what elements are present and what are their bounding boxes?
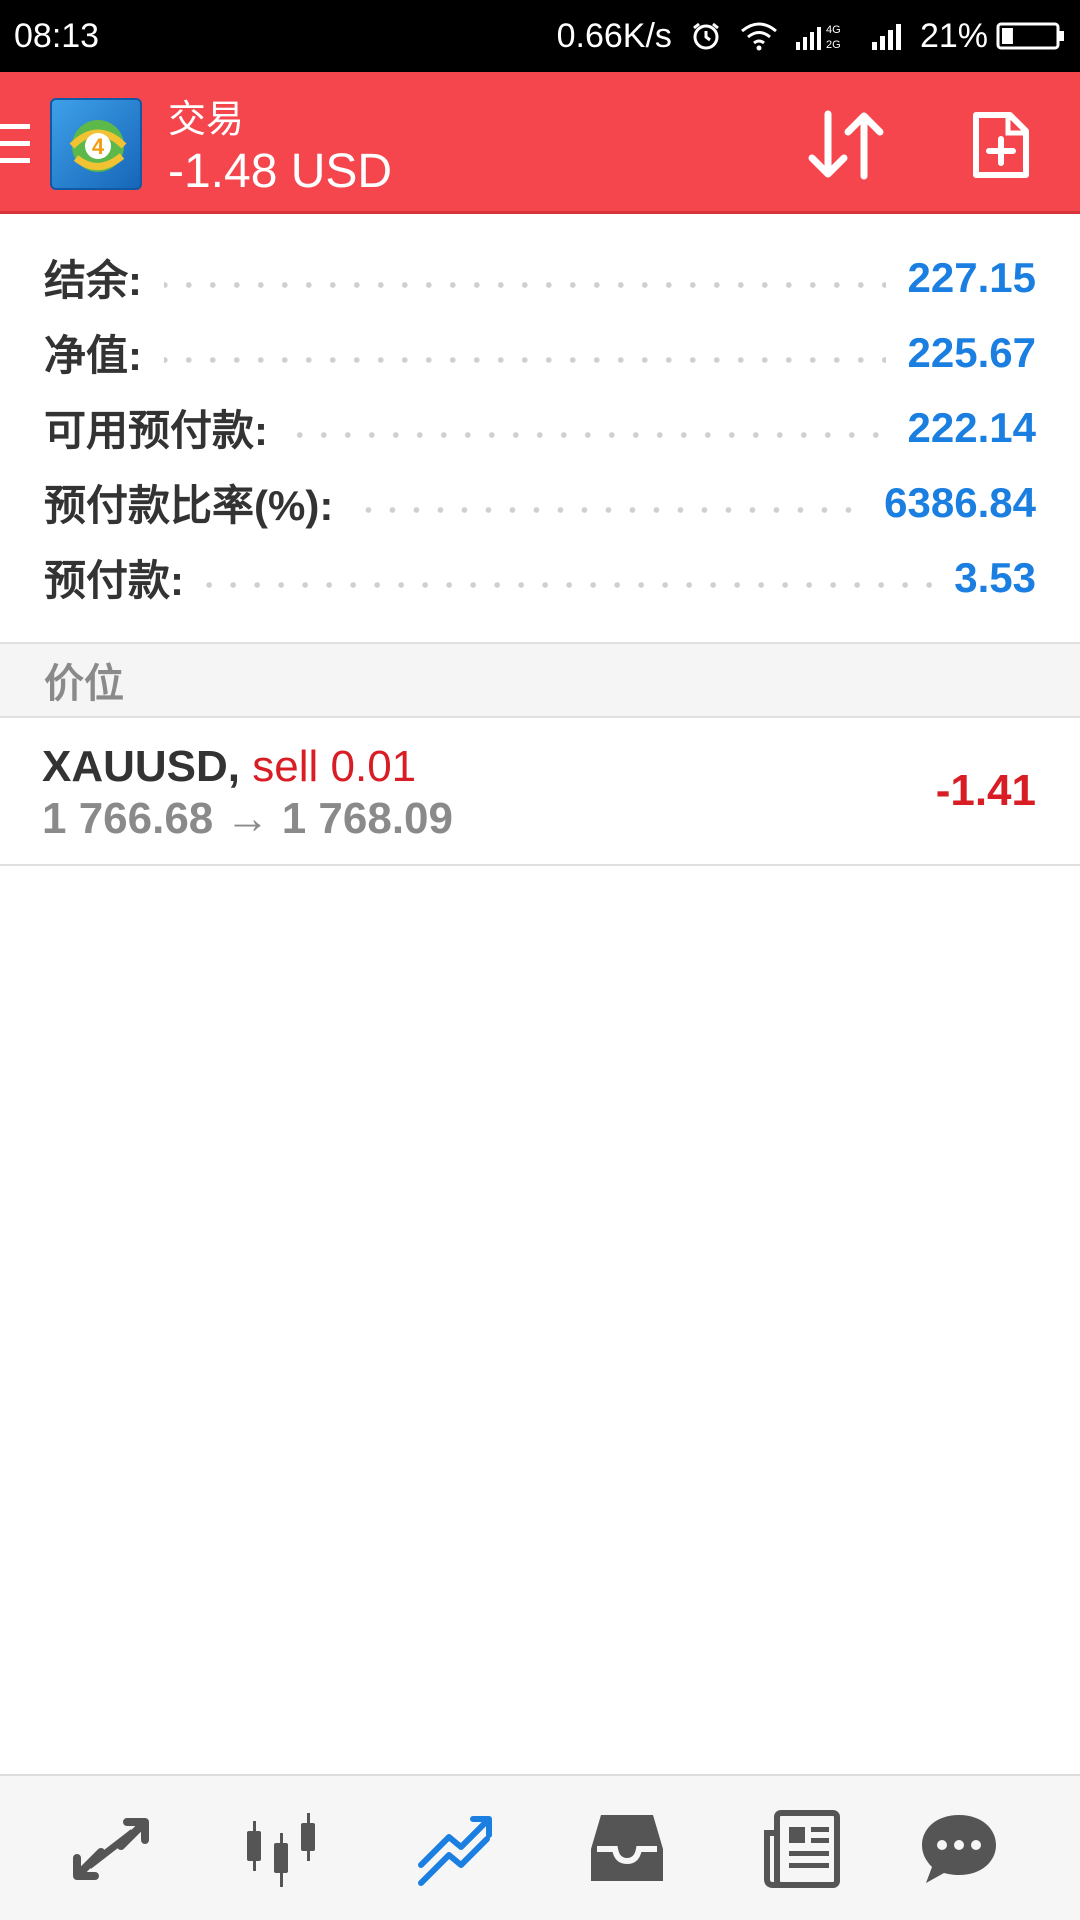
position-prices: 1 766.68 → 1 768.09	[42, 794, 453, 843]
chart-icon	[247, 1813, 315, 1887]
summary-row-equity: 净值: 225.67	[0, 315, 1080, 390]
dot-leader	[164, 356, 886, 363]
status-bar: 08:13 0.66K/s 4G 2G 21%	[0, 0, 1080, 72]
dot-leader	[355, 506, 863, 513]
summary-row-margin: 预付款: 3.53	[0, 540, 1080, 615]
margin-level-label: 预付款比率(%):	[44, 482, 334, 529]
nav-news[interactable]	[756, 1806, 846, 1892]
app-header: 4 交易 -1.48 USD	[0, 72, 1080, 214]
chat-icon	[922, 1815, 996, 1883]
svg-text:4: 4	[92, 134, 105, 159]
signal-icon	[870, 20, 902, 52]
battery-icon	[996, 21, 1066, 51]
svg-text:4G: 4G	[826, 24, 841, 36]
balance-label: 结余:	[44, 257, 142, 304]
position-profit: -1.41	[935, 766, 1036, 815]
summary-row-balance: 结余: 227.15	[0, 240, 1080, 315]
new-order-icon	[973, 112, 1029, 178]
svg-text:2G: 2G	[826, 39, 841, 51]
app-logo[interactable]: 4	[50, 98, 142, 190]
position-header: XAUUSD, sell 0.01	[42, 742, 416, 792]
dot-leader	[290, 431, 886, 438]
balance-value: 227.15	[907, 253, 1036, 301]
nav-trade[interactable]	[410, 1806, 500, 1892]
bottom-nav	[0, 1774, 1080, 1920]
summary-row-margin-level: 预付款比率(%): 6386.84	[0, 465, 1080, 540]
positions-section-header: 价位	[0, 642, 1080, 718]
trade-icon	[418, 1816, 492, 1886]
margin-value: 3.53	[954, 553, 1036, 601]
wifi-icon	[740, 21, 778, 51]
signal-4g-2g-icon: 4G 2G	[795, 20, 852, 52]
menu-icon[interactable]	[0, 122, 30, 166]
quotes-icon	[73, 1818, 149, 1880]
sort-button[interactable]	[805, 104, 887, 186]
dot-leader	[164, 281, 886, 288]
network-speed: 0.66K/s	[556, 16, 672, 55]
page-title: 交易	[168, 99, 245, 141]
history-icon	[591, 1815, 663, 1881]
nav-chart[interactable]	[236, 1806, 326, 1892]
margin-label: 预付款:	[44, 557, 184, 604]
dot-leader	[206, 581, 933, 588]
nav-history[interactable]	[582, 1806, 672, 1892]
free-margin-label: 可用预付款:	[44, 407, 268, 454]
alarm-icon	[690, 20, 722, 52]
sort-icon	[808, 110, 884, 180]
summary-row-free-margin: 可用预付款: 222.14	[0, 390, 1080, 465]
news-icon	[764, 1810, 840, 1888]
section-title: 价位	[44, 662, 124, 706]
account-summary: 结余: 227.15 净值: 225.67 可用预付款: 222.14 预付款比…	[0, 240, 1080, 615]
nav-chat[interactable]	[914, 1806, 1004, 1892]
margin-level-value: 6386.84	[884, 478, 1036, 526]
position-row[interactable]: XAUUSD, sell 0.01 1 766.68 → 1 768.09 -1…	[0, 718, 1080, 866]
free-margin-value: 222.14	[907, 403, 1036, 451]
position-trade: sell 0.01	[252, 742, 417, 791]
profit-total: -1.48 USD	[168, 145, 393, 198]
status-time: 08:13	[14, 16, 100, 55]
nav-quotes[interactable]	[66, 1806, 156, 1892]
new-order-button[interactable]	[960, 104, 1042, 186]
equity-label: 净值:	[44, 332, 142, 379]
equity-value: 225.67	[907, 328, 1036, 376]
position-symbol: XAUUSD,	[42, 742, 241, 791]
battery-percent: 21%	[919, 16, 988, 55]
